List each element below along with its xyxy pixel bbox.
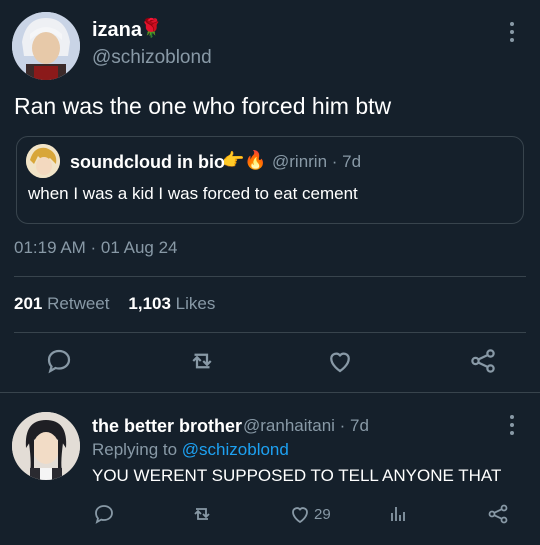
like-icon[interactable]	[325, 346, 355, 376]
more-options-icon[interactable]	[507, 22, 517, 46]
quoted-author-handle-time: @rinrin · 7d	[272, 152, 362, 171]
retweet-label[interactable]: Retweet	[47, 294, 109, 313]
retweet-icon[interactable]	[187, 346, 217, 376]
reply-icon[interactable]	[92, 502, 116, 526]
reply-icon[interactable]	[44, 346, 74, 376]
divider	[14, 276, 526, 277]
reply-like-count: 29	[314, 506, 331, 523]
divider	[14, 332, 526, 333]
pointing-hand-fire-icons: 👉🔥	[222, 150, 267, 170]
share-icon[interactable]	[486, 502, 510, 526]
divider	[0, 392, 540, 393]
tweet-timestamp[interactable]: 01:19 AM · 01 Aug 24	[14, 238, 178, 258]
quoted-author-name[interactable]: soundcloud in bio	[70, 152, 225, 173]
reply-author-name[interactable]: the better brother	[92, 416, 242, 437]
replying-prefix: Replying to	[92, 440, 178, 459]
stats-icon[interactable]	[386, 502, 410, 526]
quoted-tweet-text: when I was a kid I was forced to eat cem…	[28, 184, 358, 203]
rose-icon: 🌹	[140, 18, 163, 38]
quoted-tweet-card[interactable]	[16, 136, 524, 224]
like-count[interactable]: 1,103	[128, 294, 171, 313]
more-options-icon[interactable]	[507, 415, 517, 439]
replying-to-line: Replying to @schizoblond	[92, 440, 289, 460]
author-avatar[interactable]	[12, 12, 80, 80]
reply-text: YOU WERENT SUPPOSED TO TELL ANYONE THAT	[92, 466, 502, 485]
retweet-count[interactable]: 201	[14, 294, 42, 313]
replying-handle-link[interactable]: @schizoblond	[182, 440, 289, 459]
reply-author-avatar[interactable]	[12, 412, 80, 480]
quoted-author-avatar[interactable]	[26, 144, 60, 178]
like-label[interactable]: Likes	[176, 294, 216, 313]
author-handle[interactable]: @schizoblond	[92, 47, 212, 69]
reply-author-handle-time: @ranhaitani · 7d	[243, 416, 369, 435]
like-icon[interactable]	[288, 502, 312, 526]
author-name[interactable]: izana	[92, 19, 142, 42]
retweet-icon[interactable]	[190, 502, 214, 526]
engagement-stats: 201 Retweet 1,103 Likes	[14, 294, 215, 314]
tweet-text: Ran was the one who forced him btw	[14, 93, 392, 119]
share-icon[interactable]	[468, 346, 498, 376]
